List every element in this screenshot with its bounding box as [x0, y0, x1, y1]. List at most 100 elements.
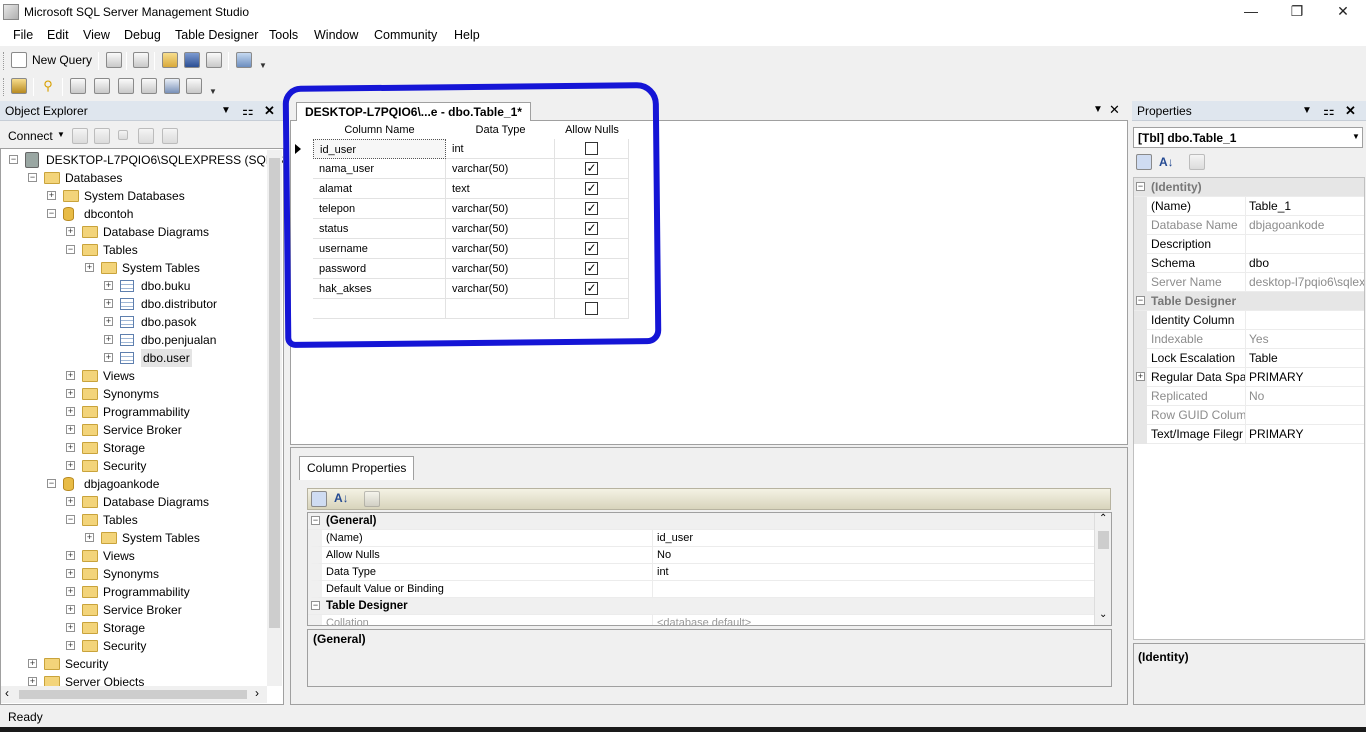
- property-row[interactable]: Description: [1134, 235, 1364, 254]
- object-explorer-hscroll[interactable]: ‹ ›: [1, 686, 267, 703]
- collapse-icon[interactable]: −: [9, 155, 18, 164]
- scroll-thumb[interactable]: [269, 158, 280, 628]
- scroll-right-icon[interactable]: ›: [255, 686, 259, 700]
- tree-item[interactable]: + Database Diagrams: [1, 223, 269, 241]
- expand-icon[interactable]: +: [66, 227, 75, 236]
- manage-xml-indexes-icon[interactable]: [141, 78, 157, 94]
- expand-icon[interactable]: +: [85, 533, 94, 542]
- property-row[interactable]: Schema dbo: [1134, 254, 1364, 273]
- open-file-icon[interactable]: [162, 52, 178, 68]
- property-value[interactable]: No: [1249, 387, 1364, 406]
- alphabetical-sort-icon[interactable]: A↓: [1159, 155, 1174, 169]
- expand-icon[interactable]: +: [66, 587, 75, 596]
- collapse-icon[interactable]: −: [311, 516, 320, 525]
- expand-icon[interactable]: +: [66, 389, 75, 398]
- print-icon[interactable]: [206, 52, 222, 68]
- scroll-up-icon[interactable]: ⌃: [1099, 513, 1107, 524]
- property-value[interactable]: dbo: [1249, 254, 1364, 273]
- menu-tools[interactable]: Tools: [269, 28, 298, 42]
- check-constraints-icon[interactable]: [164, 78, 180, 94]
- property-pages-icon[interactable]: [1189, 154, 1205, 170]
- tree-item[interactable]: + Storage: [1, 619, 269, 637]
- manage-fulltext-icon[interactable]: [118, 78, 134, 94]
- menu-table-designer[interactable]: Table Designer: [175, 28, 258, 42]
- tree-item[interactable]: + Security: [1, 655, 269, 673]
- tree-item[interactable]: + Security: [1, 637, 269, 655]
- tree-item[interactable]: − DESKTOP-L7PQIO6\SQLEXPRESS (SQL Ser: [1, 151, 283, 169]
- add-item-icon[interactable]: [133, 52, 149, 68]
- property-row[interactable]: Data Type int: [308, 564, 1096, 581]
- new-file-icon[interactable]: [106, 52, 122, 68]
- save-icon[interactable]: [184, 52, 200, 68]
- collapse-icon[interactable]: −: [28, 173, 37, 182]
- connect-button[interactable]: Connect: [8, 129, 53, 143]
- expand-icon[interactable]: +: [66, 641, 75, 650]
- active-files-dropdown-icon[interactable]: ▼: [1093, 104, 1103, 115]
- spatial-indexes-icon[interactable]: [186, 78, 202, 94]
- collapse-icon[interactable]: −: [311, 601, 320, 610]
- tree-item[interactable]: + Storage: [1, 439, 269, 457]
- tree-item[interactable]: + Service Broker: [1, 601, 269, 619]
- property-category[interactable]: − (Identity): [1134, 178, 1364, 197]
- chevron-down-icon[interactable]: ▼: [1352, 132, 1360, 141]
- tree-item[interactable]: + Views: [1, 367, 269, 385]
- expand-icon[interactable]: +: [66, 569, 75, 578]
- expand-icon[interactable]: +: [104, 317, 113, 326]
- stop-icon[interactable]: [118, 130, 128, 140]
- collapse-icon[interactable]: −: [66, 515, 75, 524]
- expand-icon[interactable]: +: [104, 353, 113, 362]
- property-row[interactable]: Replicated No: [1134, 387, 1364, 406]
- scroll-down-icon[interactable]: ⌄: [1099, 609, 1107, 620]
- property-value[interactable]: Yes: [1249, 330, 1364, 349]
- property-row[interactable]: Allow Nulls No: [308, 547, 1096, 564]
- property-row[interactable]: Identity Column: [1134, 311, 1364, 330]
- tree-item[interactable]: + dbo.user: [1, 349, 269, 367]
- expand-icon[interactable]: +: [66, 623, 75, 632]
- categorized-icon[interactable]: [1136, 154, 1152, 170]
- tree-item[interactable]: + Security: [1, 457, 269, 475]
- auto-hide-pin-icon[interactable]: ⚏: [1323, 101, 1335, 121]
- restore-icon[interactable]: ❐: [1274, 0, 1320, 24]
- activity-monitor-icon[interactable]: [236, 52, 252, 68]
- menu-debug[interactable]: Debug: [124, 28, 161, 42]
- tree-item[interactable]: + Programmability: [1, 583, 269, 601]
- auto-hide-pin-icon[interactable]: ⚏: [242, 101, 254, 121]
- expand-icon[interactable]: +: [66, 407, 75, 416]
- property-row[interactable]: + Regular Data Spac PRIMARY: [1134, 368, 1364, 387]
- categorized-icon[interactable]: [311, 491, 327, 507]
- tree-item[interactable]: + dbo.distributor: [1, 295, 269, 313]
- property-value[interactable]: No: [657, 547, 671, 564]
- primary-key-icon[interactable]: ⚲: [40, 78, 56, 94]
- tab-column-properties[interactable]: Column Properties: [299, 456, 415, 480]
- property-value[interactable]: dbjagoankode: [1249, 216, 1364, 235]
- collapse-icon[interactable]: −: [1136, 296, 1145, 305]
- property-row[interactable]: Default Value or Binding: [308, 581, 1096, 598]
- toolbar-grip[interactable]: [3, 78, 6, 96]
- object-explorer-vscroll[interactable]: [267, 150, 282, 686]
- new-query-icon[interactable]: [11, 52, 27, 68]
- property-category[interactable]: − Table Designer: [308, 598, 1096, 615]
- close-document-icon[interactable]: ✕: [1109, 102, 1120, 118]
- expand-icon[interactable]: +: [85, 263, 94, 272]
- tree-item[interactable]: + System Databases: [1, 187, 269, 205]
- tree-item[interactable]: − Tables: [1, 511, 269, 529]
- toolbar-overflow-icon[interactable]: ▼: [259, 62, 267, 70]
- tree-item[interactable]: − dbjagoankode: [1, 475, 269, 493]
- property-row[interactable]: Collation <database default>: [308, 615, 1096, 625]
- tree-item[interactable]: + Synonyms: [1, 385, 269, 403]
- property-value[interactable]: Table: [1249, 349, 1364, 368]
- tree-item[interactable]: + dbo.buku: [1, 277, 269, 295]
- expand-icon[interactable]: +: [104, 281, 113, 290]
- connect-object-explorer-icon[interactable]: [72, 128, 88, 144]
- property-category[interactable]: − (General): [308, 513, 1096, 530]
- tree-item[interactable]: − Databases: [1, 169, 269, 187]
- expand-icon[interactable]: +: [28, 677, 37, 686]
- properties-object-selector[interactable]: [Tbl] dbo.Table_1 ▼: [1133, 127, 1363, 148]
- collapse-icon[interactable]: −: [66, 245, 75, 254]
- property-value[interactable]: int: [657, 564, 669, 581]
- tree-item[interactable]: + Views: [1, 547, 269, 565]
- minimize-icon[interactable]: —: [1228, 0, 1274, 24]
- property-value[interactable]: id_user: [657, 530, 693, 547]
- refresh-icon[interactable]: [162, 128, 178, 144]
- menu-file[interactable]: File: [13, 28, 33, 42]
